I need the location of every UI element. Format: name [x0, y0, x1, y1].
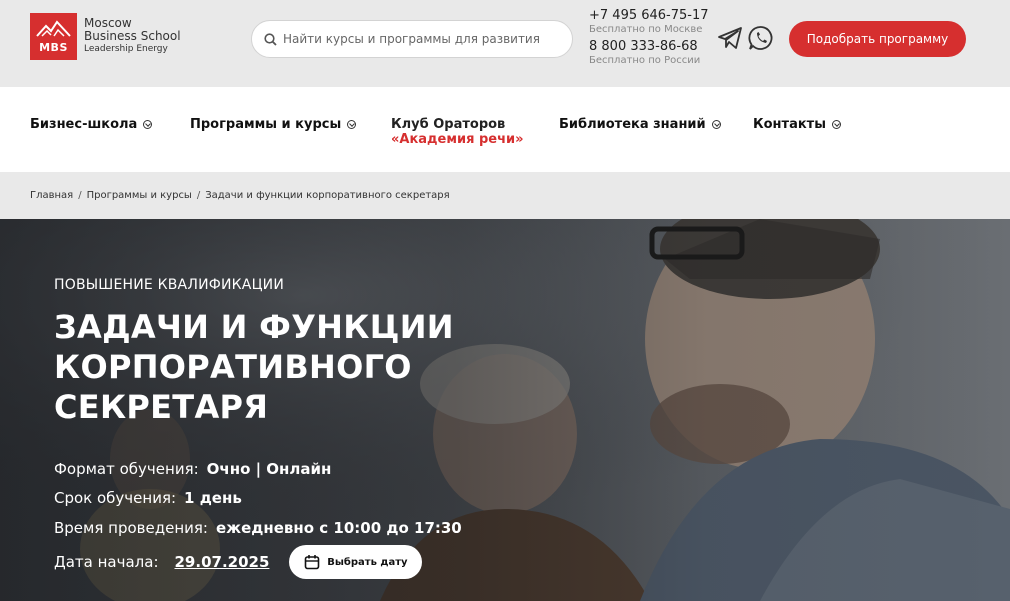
search-icon — [264, 32, 277, 46]
breadcrumb: Главная / Программы и курсы / Задачи и ф… — [0, 172, 1010, 219]
mountains-icon — [36, 20, 71, 37]
chevron-down-icon — [831, 120, 841, 129]
start-row: Дата начала: 29.07.2025 Выбрать дату — [54, 545, 423, 579]
phone-moscow-note: Бесплатно по Москве — [589, 24, 703, 35]
phone-moscow[interactable]: +7 495 646-75-17 — [589, 9, 709, 23]
logo[interactable]: MBS Moscow Business School Leadership En… — [30, 13, 181, 60]
breadcrumb-current: Задачи и функции корпоративного секретар… — [205, 190, 450, 201]
nav-library-label: Библиотека знаний — [559, 117, 706, 132]
format-row: Формат обучения: Очно | Онлайн — [54, 460, 331, 478]
program-category: ПОВЫШЕНИЕ КВАЛИФИКАЦИИ — [54, 277, 284, 293]
nav-contacts[interactable]: Контакты — [753, 117, 841, 132]
chevron-down-icon — [143, 120, 153, 129]
start-label: Дата начала: — [54, 553, 159, 571]
time-value: ежедневно с 10:00 до 17:30 — [215, 519, 462, 537]
nav-contacts-label: Контакты — [753, 117, 826, 132]
calendar-icon — [304, 555, 320, 570]
nav-business-school-label: Бизнес-школа — [30, 117, 138, 132]
nav-club-label: Клуб Ораторов — [391, 117, 506, 132]
logo-mbs: MBS — [39, 41, 68, 54]
format-value: Очно | Онлайн — [206, 460, 332, 478]
main-nav: Бизнес-школа Программы и курсы Клуб Орат… — [0, 87, 1010, 172]
breadcrumb-separator: / — [78, 190, 82, 201]
duration-label: Срок обучения: — [54, 489, 177, 507]
logo-text: Moscow Business School Leadership Energy — [84, 17, 181, 56]
duration-row: Срок обучения: 1 день — [54, 489, 242, 507]
logo-line-2: Business School — [84, 29, 181, 43]
phone-russia-note: Бесплатно по России — [589, 55, 701, 66]
chevron-down-icon — [347, 120, 357, 129]
search-bar[interactable] — [251, 20, 573, 58]
nav-club-sub: «Академия речи» — [391, 132, 524, 147]
nav-programs-label: Программы и курсы — [190, 117, 342, 132]
pick-program-button[interactable]: Подобрать программу — [789, 21, 966, 57]
top-bar: MBS Moscow Business School Leadership En… — [0, 0, 1010, 87]
pick-date-label: Выбрать дату — [327, 556, 408, 568]
page-title: ЗАДАЧИ И ФУНКЦИИ КОРПОРАТИВНОГО СЕКРЕТАР… — [54, 308, 454, 426]
pick-date-button[interactable]: Выбрать дату — [289, 545, 423, 579]
search-input[interactable] — [283, 32, 563, 46]
logo-tagline: Leadership Energy — [84, 44, 168, 54]
breadcrumb-programs[interactable]: Программы и курсы — [87, 190, 192, 201]
format-label: Формат обучения: — [54, 460, 199, 478]
time-row: Время проведения: ежедневно с 10:00 до 1… — [54, 519, 462, 537]
logo-mark: MBS — [30, 13, 77, 60]
contacts: +7 495 646-75-17 Бесплатно по Москве 8 8… — [589, 9, 709, 71]
telegram-icon[interactable] — [717, 25, 743, 51]
duration-value: 1 день — [184, 489, 242, 507]
breadcrumb-home[interactable]: Главная — [30, 190, 73, 201]
whatsapp-icon[interactable] — [748, 25, 774, 51]
start-date[interactable]: 29.07.2025 — [175, 553, 270, 571]
nav-club[interactable]: Клуб Ораторов «Академия речи» — [391, 117, 524, 147]
breadcrumb-separator: / — [196, 190, 201, 201]
nav-library[interactable]: Библиотека знаний — [559, 117, 721, 132]
time-label: Время проведения: — [54, 519, 208, 537]
chevron-down-icon — [711, 120, 721, 129]
hero-banner: ПОВЫШЕНИЕ КВАЛИФИКАЦИИ ЗАДАЧИ И ФУНКЦИИ … — [0, 219, 1010, 601]
nav-business-school[interactable]: Бизнес-школа — [30, 117, 153, 132]
nav-programs[interactable]: Программы и курсы — [190, 117, 357, 132]
phone-russia[interactable]: 8 800 333-86-68 — [589, 40, 709, 54]
